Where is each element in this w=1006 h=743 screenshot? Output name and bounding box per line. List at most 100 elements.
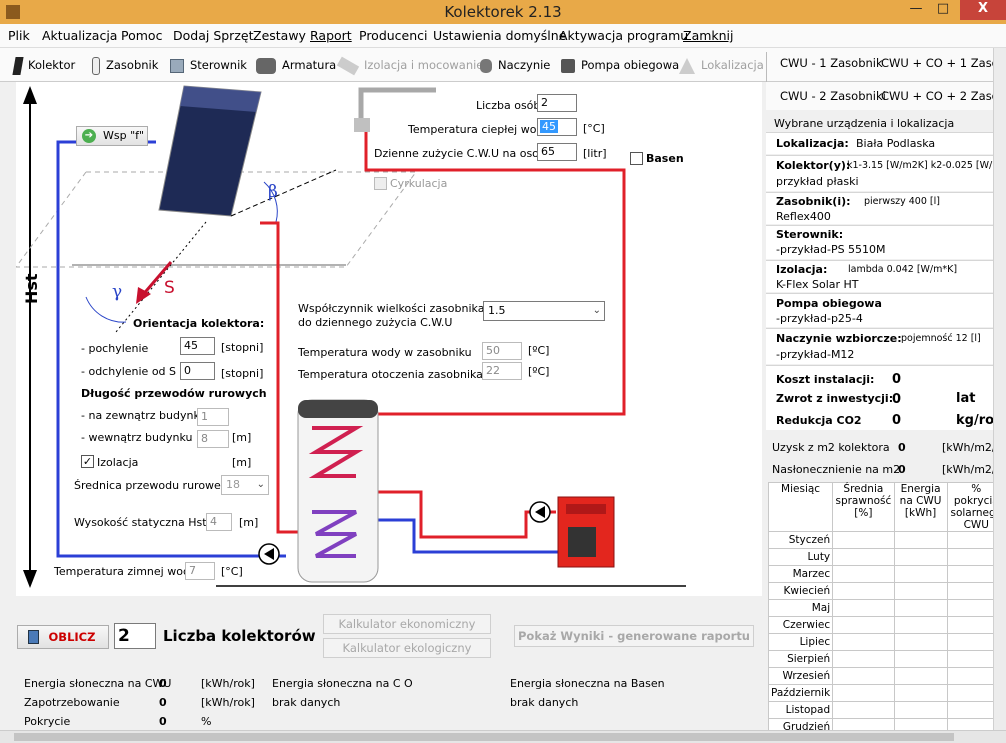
zasobnik-box: Zasobnik(i): pierwszy 400 [l] Reflex400 <box>766 192 1006 224</box>
cyrkulacja-checkbox[interactable] <box>374 177 387 190</box>
temp-cieplej-input[interactable]: 45 <box>537 118 577 136</box>
liczba-osob-input[interactable]: 2 <box>537 94 577 112</box>
preset-cwu2-button[interactable]: CWU - 2 Zasobniki <box>780 89 886 103</box>
toolbar-zasobnik-button[interactable]: Zasobnik <box>92 54 158 76</box>
na-zewnatrz-label: - na zewnątrz budynku <box>81 409 207 422</box>
energia-co-label: Energia słoneczna na C O <box>272 677 413 690</box>
minimize-button[interactable]: — <box>905 0 927 20</box>
temp-zasobnik-input[interactable]: 50 <box>482 342 522 360</box>
wspolczynnik-select[interactable]: 1.5 ⌄ <box>483 301 605 321</box>
toolbar-lokalizacja-button[interactable]: Lokalizacja <box>679 54 764 76</box>
wewnatrz-input[interactable]: 8 <box>197 430 229 448</box>
month-cell: Wrzesień <box>767 667 834 685</box>
table-cell <box>893 684 948 702</box>
wsp-f-button[interactable]: ➔ Wsp "f" <box>76 126 148 146</box>
na-zewnatrz-input[interactable]: 1 <box>197 408 229 426</box>
kalkulator-ekologiczny-button[interactable]: Kalkulator ekologiczny <box>323 638 491 658</box>
izolacja-name: K-Flex Solar HT <box>776 278 859 291</box>
odchylenie-unit: [stopni] <box>221 367 264 380</box>
menu-aktualizacja[interactable]: Aktualizacja <box>42 28 117 43</box>
menu-raport[interactable]: Raport <box>310 28 352 43</box>
izolacja-unit: [m] <box>232 456 252 469</box>
wspolczynnik-value: 1.5 <box>488 304 506 317</box>
table-cell <box>893 667 948 685</box>
tank-icon <box>92 56 100 75</box>
naslon-value: 0 <box>898 463 906 476</box>
menu-plik[interactable]: Plik <box>8 28 30 43</box>
redukcja-value: 0 <box>892 413 902 428</box>
srednica-select[interactable]: 18 ⌄ <box>221 475 269 495</box>
zwrot-value: 0 <box>892 392 902 407</box>
menu-ustawienia[interactable]: Ustawienia domyślne <box>433 28 566 43</box>
maximize-button[interactable]: □ <box>930 0 956 20</box>
pump-icon <box>561 58 575 73</box>
lokalizacja-label: Lokalizacja: <box>776 137 849 150</box>
orientation-line <box>115 221 207 333</box>
temp-otoczenia-label: Temperatura otoczenia zasobnika <box>298 368 483 381</box>
sterownik-box: Sterownik: -przykład-PS 5510M <box>766 225 1006 259</box>
table-cell <box>893 616 948 634</box>
table-cell <box>893 599 948 617</box>
wysokosc-input[interactable]: 4 <box>206 513 232 531</box>
chevron-down-icon: ⌄ <box>592 305 601 316</box>
preset-cwu-co2-button[interactable]: CWU + CO + 2 Zasobniki <box>881 89 1006 103</box>
pochylenie-input[interactable]: 45 <box>180 337 215 355</box>
energia-co-value: brak danych <box>272 696 341 709</box>
dlugosc-title: Długość przewodów rurowych <box>81 387 267 400</box>
menu-bar: Plik Aktualizacja Pomoc Dodaj Sprzęt Zes… <box>0 24 1006 48</box>
vertical-scrollbar[interactable] <box>993 48 1006 730</box>
menu-producenci[interactable]: Producenci <box>359 28 428 43</box>
toolbar-kolektor-label: Kolektor <box>28 58 76 72</box>
table-cell <box>832 633 895 651</box>
liczba-kolektorow-input[interactable]: 2 <box>114 623 156 649</box>
menu-dodaj-sprzet[interactable]: Dodaj Sprzęt <box>173 28 253 43</box>
menu-zestawy[interactable]: Zestawy <box>253 28 306 43</box>
horizontal-scrollbar-thumb[interactable] <box>14 733 954 741</box>
table-row: Sierpień <box>767 650 1006 668</box>
energia-cwu-value: 0 <box>159 677 167 690</box>
oblicz-button[interactable]: OBLICZ <box>17 625 109 649</box>
month-cell: Październik <box>767 684 834 702</box>
close-button[interactable]: X <box>960 0 1006 20</box>
menu-zamknij[interactable]: Zamknij <box>683 28 734 43</box>
basen-checkbox[interactable] <box>630 152 643 165</box>
month-cell: Sierpień <box>767 650 834 668</box>
table-cell <box>832 667 895 685</box>
table-row: Marzec <box>767 565 1006 583</box>
menu-pomoc[interactable]: Pomoc <box>121 28 162 43</box>
location-icon <box>679 57 695 74</box>
month-cell: Marzec <box>767 565 834 583</box>
toolbar-sterownik-button[interactable]: Sterownik <box>170 54 247 76</box>
izolacja-label: Izolacja: <box>776 263 828 276</box>
izolacja-checkbox[interactable]: ✓ <box>81 455 94 468</box>
odchylenie-input[interactable]: 0 <box>180 362 215 380</box>
table-cell <box>832 531 895 549</box>
liczba-osob-label: Liczba osób <box>476 99 541 112</box>
table-cell <box>893 650 948 668</box>
menu-aktywacja[interactable]: Aktywacja programu <box>559 28 688 43</box>
izolacja-label: Izolacja <box>97 456 139 469</box>
preset-cwu-co1-button[interactable]: CWU + CO + 1 Zasobnik <box>881 56 1006 70</box>
preset-cwu1-button[interactable]: CWU - 1 Zasobnik <box>780 56 883 70</box>
pochylenie-label: - pochylenie <box>81 342 149 355</box>
dzienne-input[interactable]: 65 <box>537 143 577 161</box>
toolbar-pompa-button[interactable]: Pompa obiegowa <box>561 54 679 76</box>
pokaz-wyniki-button[interactable]: Pokaż Wyniki - generowane raportu <box>514 625 754 647</box>
table-cell <box>893 718 948 730</box>
temp-otoczenia-input[interactable]: 22 <box>482 362 522 380</box>
kalkulator-ekonomiczny-button[interactable]: Kalkulator ekonomiczny <box>323 614 491 634</box>
zwrot-label: Zwrot z inwestycji: <box>776 392 894 405</box>
costs-box: Koszt instalacji: 0 Zwrot z inwestycji: … <box>766 365 1006 430</box>
horizontal-scrollbar[interactable] <box>0 730 1006 743</box>
toolbar-armatura-button[interactable]: Armatura <box>256 54 336 76</box>
controller-icon <box>170 58 184 73</box>
wewnatrz-unit: [m] <box>232 431 252 444</box>
toolbar-kolektor-button[interactable]: Kolektor <box>12 54 76 76</box>
table-cell <box>832 599 895 617</box>
lokalizacja-value: Biała Podlaska <box>856 137 936 150</box>
toolbar-naczynie-button[interactable]: Naczynie <box>480 54 550 76</box>
table-row: Grudzień <box>767 718 1006 730</box>
toolbar-izolacja-button[interactable]: Izolacja i mocowanie <box>336 54 483 76</box>
temp-zimnej-input[interactable]: 7 <box>185 562 215 580</box>
pochylenie-unit: [stopni] <box>221 341 264 354</box>
